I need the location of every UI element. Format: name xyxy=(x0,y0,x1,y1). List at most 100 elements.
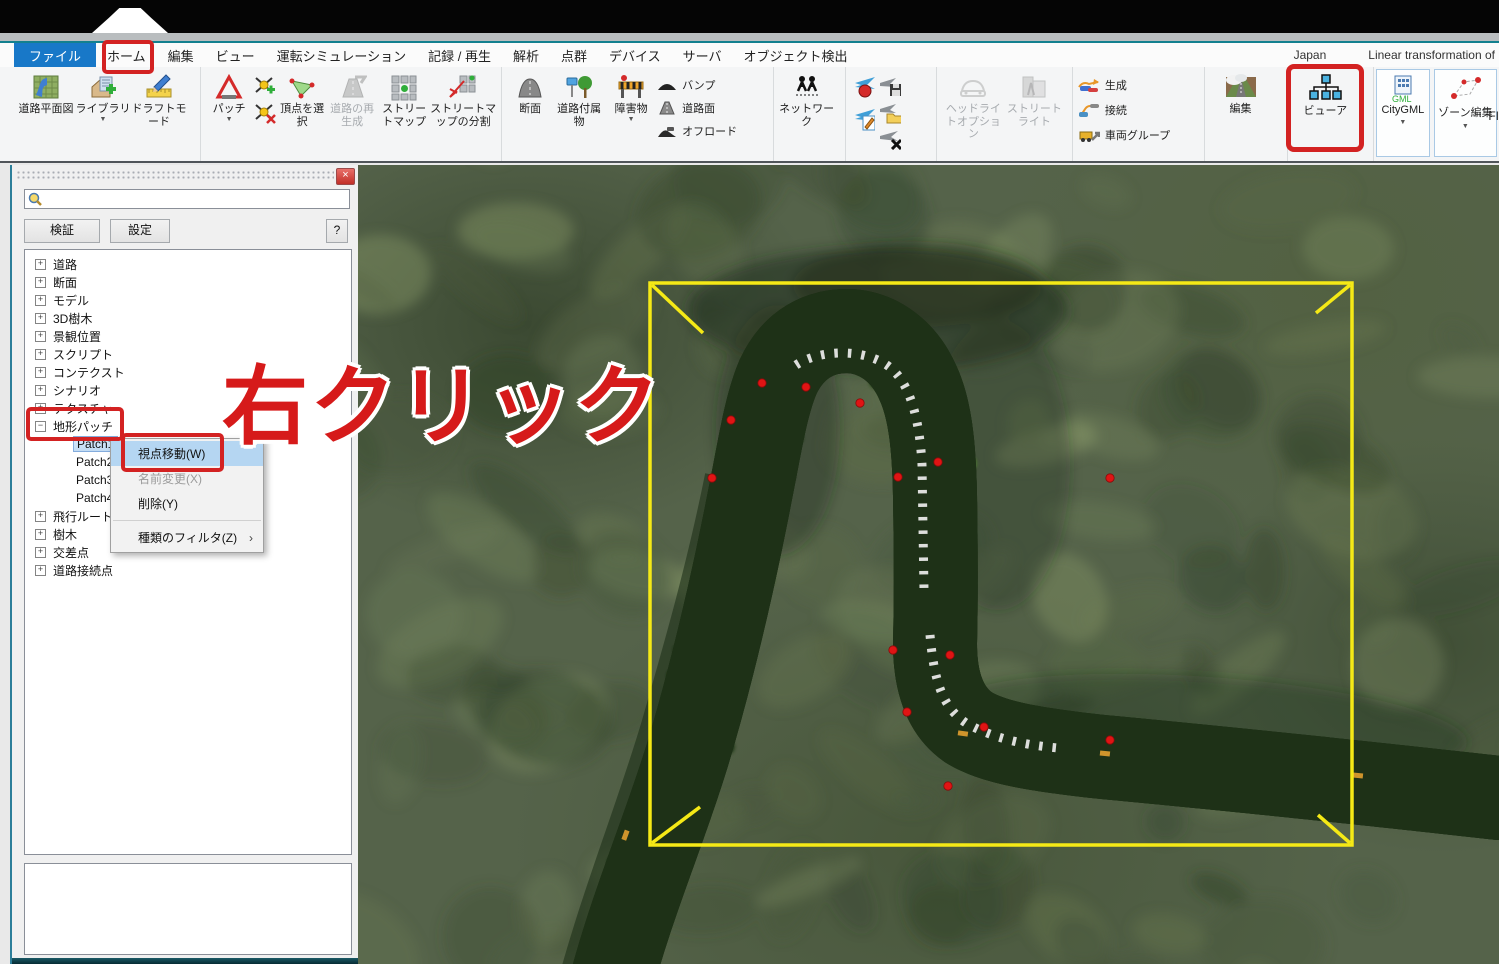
edit-flight-route-button[interactable] xyxy=(853,108,875,130)
ribbon-group-walking: ネットワーク xyxy=(774,67,846,161)
expand-icon[interactable] xyxy=(35,367,46,378)
ribbon-group-headlight: ヘッドライトオプション ストリートライト xyxy=(937,67,1073,161)
edit-flight-icon xyxy=(853,107,875,131)
save-flight-route-button[interactable] xyxy=(879,76,901,98)
viewer-button[interactable]: ビューア xyxy=(1293,70,1357,118)
tree-item-road[interactable]: 道路 xyxy=(25,255,351,273)
flight-col-1 xyxy=(851,70,877,130)
open-flight-route-button[interactable] xyxy=(879,102,901,124)
expand-icon[interactable] xyxy=(35,259,46,270)
tab-edit[interactable]: 編集 xyxy=(157,43,205,67)
transformation-label: Linear transformation of xyxy=(1368,48,1495,62)
bump-button[interactable]: バンプ xyxy=(657,75,737,95)
panel-bottom-strip xyxy=(12,958,358,964)
button-label: 道路平面図 xyxy=(19,103,74,116)
street-light-button[interactable]: ストリートライト xyxy=(1004,70,1064,128)
tree-item-script[interactable]: スクリプト xyxy=(25,345,351,363)
collapse-icon[interactable] xyxy=(35,421,46,432)
verify-button[interactable]: 検証 xyxy=(24,219,100,243)
expand-icon[interactable] xyxy=(35,547,46,558)
tab-file[interactable]: ファイル xyxy=(14,43,96,67)
library-button[interactable]: ライブラリ xyxy=(75,70,131,123)
expand-icon[interactable] xyxy=(35,313,46,324)
search-input[interactable] xyxy=(43,190,349,208)
offroad-button[interactable]: オフロード xyxy=(657,121,737,141)
obstacle-button[interactable]: 障害物 xyxy=(605,70,657,123)
ribbon-group-road-data: ビューア xyxy=(1288,67,1374,161)
tree-item-road-connection[interactable]: 道路接続点 xyxy=(25,561,351,579)
menu-item-move-viewpoint[interactable]: 視点移動(W) xyxy=(111,441,263,466)
add-vertex-button[interactable] xyxy=(254,76,276,98)
tab-home[interactable]: ホーム xyxy=(96,43,157,67)
expand-icon[interactable] xyxy=(35,349,46,360)
tree-item-scenario[interactable]: シナリオ xyxy=(25,381,351,399)
menu-item-type-filter[interactable]: 種類のフィルタ(Z) xyxy=(111,525,263,550)
tab-analysis[interactable]: 解析 xyxy=(502,43,550,67)
help-button[interactable]: ? xyxy=(326,219,348,243)
expand-icon[interactable] xyxy=(35,277,46,288)
tree-label: スクリプト xyxy=(53,346,113,363)
headlight-options-button[interactable]: ヘッドライトオプション xyxy=(942,70,1004,141)
regenerate-road-button[interactable]: 道路の再生成 xyxy=(326,70,378,128)
titlebar-right-text: Japan Linear transformation of xyxy=(1294,43,1495,67)
tree-item-context[interactable]: コンテクスト xyxy=(25,363,351,381)
regenerate-road-icon xyxy=(337,73,367,101)
expand-icon[interactable] xyxy=(35,295,46,306)
smoke-tunnel-edit-button[interactable]: 編集 xyxy=(1210,70,1272,116)
gml-text: GML xyxy=(1392,94,1412,104)
road-plan-button[interactable]: 道路平面図 xyxy=(17,70,75,116)
delete-flight-route-button[interactable] xyxy=(879,128,901,150)
tab-server[interactable]: サーバ xyxy=(672,43,733,67)
tab-point-cloud[interactable]: 点群 xyxy=(550,43,598,67)
tree-label: テクスチャ xyxy=(53,400,113,417)
traffic-generate-button[interactable]: 生成 xyxy=(1078,75,1170,95)
patch-icon xyxy=(214,73,244,101)
3d-viewport[interactable] xyxy=(358,165,1499,964)
delete-flight-icon xyxy=(879,128,901,150)
citygml-button[interactable]: GML CityGML xyxy=(1376,69,1430,157)
close-panel-button[interactable] xyxy=(336,168,355,185)
tree-item-terrain-patch[interactable]: 地形パッチ xyxy=(25,417,351,435)
terrain-view[interactable] xyxy=(358,165,1499,964)
scene-tree-panel: 検証 設定 ? 道路 断面 モデル 3D樹木 景観位置 スクリプト コンテクスト… xyxy=(10,165,358,964)
tab-device[interactable]: デバイス xyxy=(598,43,672,67)
draft-mode-button[interactable]: ドラフトモード xyxy=(131,70,187,128)
vehicle-group-icon xyxy=(1078,128,1100,143)
network-button[interactable]: ネットワーク xyxy=(779,70,835,128)
menu-item-rename[interactable]: 名前変更(X) xyxy=(111,466,263,491)
tab-driving-simulation[interactable]: 運転シミュレーション xyxy=(266,43,417,67)
tree-label: コンテクスト xyxy=(53,364,125,381)
expand-icon[interactable] xyxy=(35,565,46,576)
panel-grip[interactable] xyxy=(16,170,334,180)
road-accessory-button[interactable]: 道路付属物 xyxy=(553,70,605,128)
cross-section-button[interactable]: 断面 xyxy=(507,70,553,116)
select-vertex-button[interactable]: 頂点を選択 xyxy=(278,70,326,128)
library-icon xyxy=(88,73,118,101)
patch-button[interactable]: パッチ xyxy=(206,70,252,123)
tree-item-cross-section[interactable]: 断面 xyxy=(25,273,351,291)
tab-view[interactable]: ビュー xyxy=(205,43,266,67)
cross-section-icon xyxy=(515,73,545,101)
tree-item-texture[interactable]: テクスチャ xyxy=(25,399,351,417)
expand-icon[interactable] xyxy=(35,331,46,342)
tab-record-playback[interactable]: 記録 / 再生 xyxy=(417,43,502,67)
tab-object-detection[interactable]: オブジェクト検出 xyxy=(733,43,859,67)
expand-icon[interactable] xyxy=(35,385,46,396)
tree-item-landscape-position[interactable]: 景観位置 xyxy=(25,327,351,345)
expand-icon[interactable] xyxy=(35,403,46,414)
remove-vertex-button[interactable] xyxy=(254,103,276,125)
street-map-split-button[interactable]: ストリートマップの分割 xyxy=(430,70,496,128)
street-map-button[interactable]: ストリートマップ xyxy=(378,70,430,128)
vehicle-group-button[interactable]: 車両グループ xyxy=(1078,125,1170,145)
settings-button[interactable]: 設定 xyxy=(110,219,170,243)
application-window: ファイル ホーム 編集 ビュー 運転シミュレーション 記録 / 再生 解析 点群… xyxy=(0,0,1499,964)
tree-label: 飛行ルート xyxy=(53,508,113,525)
menu-item-delete[interactable]: 削除(Y) xyxy=(111,491,263,516)
tree-item-model[interactable]: モデル xyxy=(25,291,351,309)
record-flight-route-button[interactable] xyxy=(853,76,875,98)
road-surface-button[interactable]: 道路面 xyxy=(657,98,737,118)
traffic-connect-button[interactable]: 接続 xyxy=(1078,100,1170,120)
tree-item-3d-trees[interactable]: 3D樹木 xyxy=(25,309,351,327)
expand-icon[interactable] xyxy=(35,511,46,522)
expand-icon[interactable] xyxy=(35,529,46,540)
